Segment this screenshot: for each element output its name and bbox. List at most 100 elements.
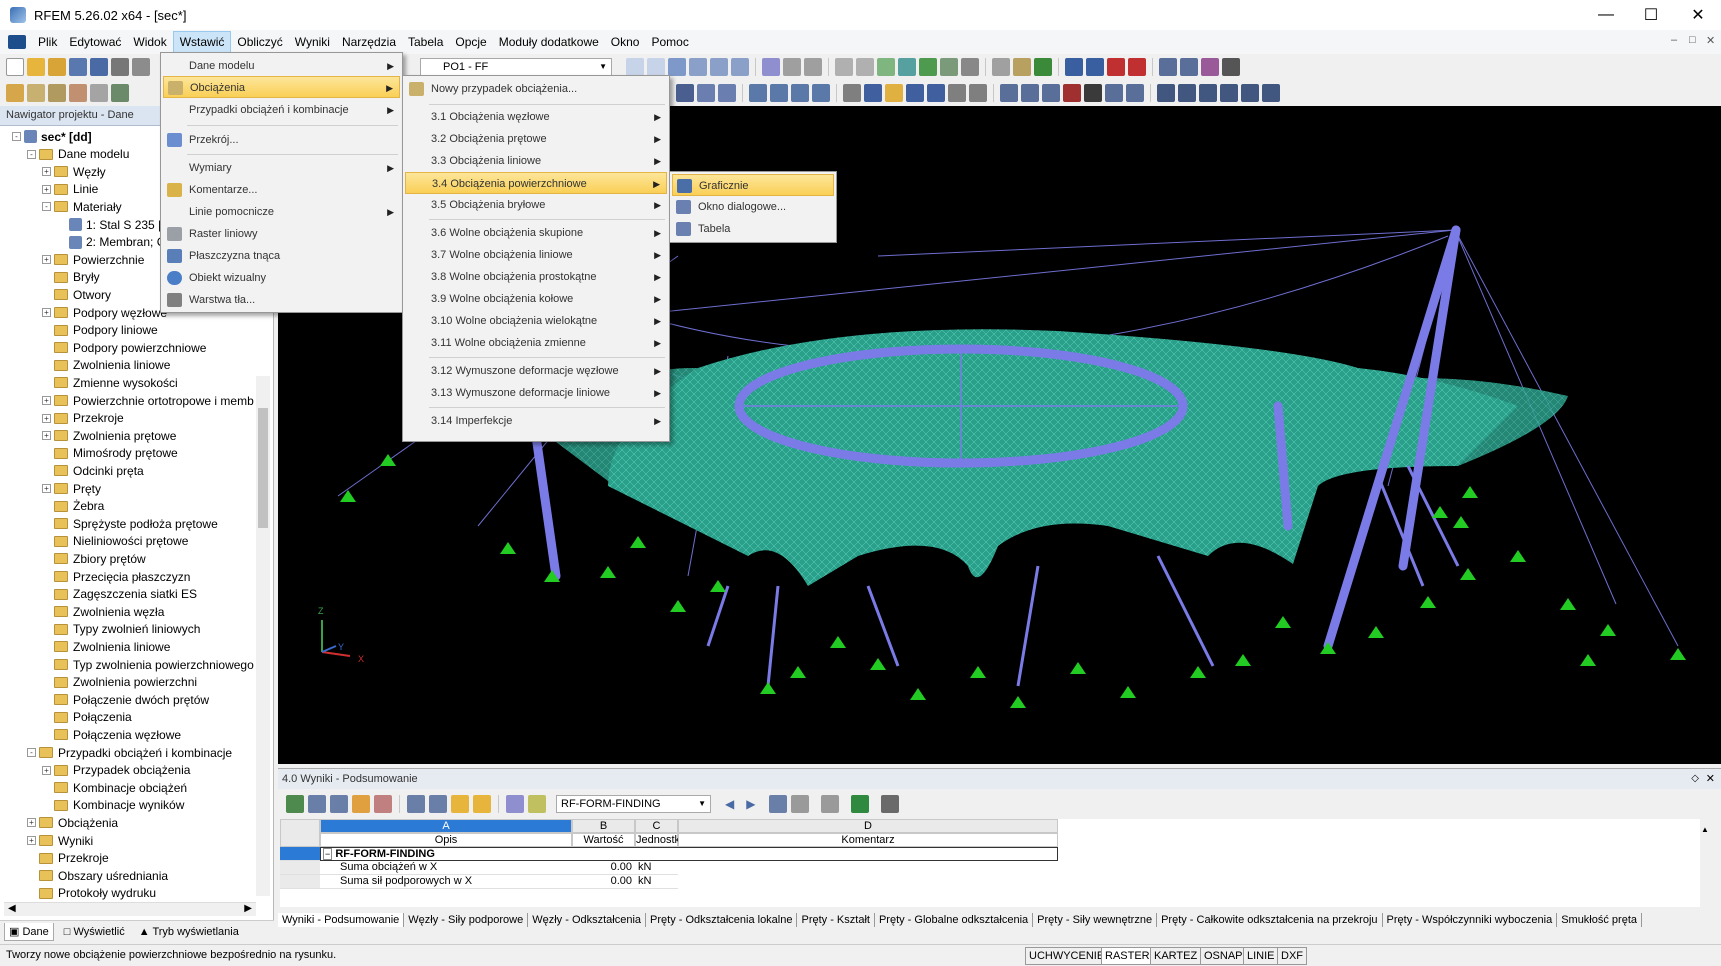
menu-file[interactable]: Plik	[32, 32, 63, 52]
zoom-icon[interactable]	[676, 84, 694, 102]
tab-display[interactable]: □ Wyświetlić	[60, 924, 129, 940]
view-x-icon[interactable]	[718, 84, 736, 102]
menu-item-graphically[interactable]: Graficznie	[672, 174, 834, 196]
menu-table[interactable]: Tabela	[402, 32, 449, 52]
tab-display-mode[interactable]: ▲ Tryb wyświetlania	[135, 924, 243, 940]
menu-item-free-rectangular-loads[interactable]: 3.8 Wolne obciążenia prostokątne ▶	[405, 266, 667, 288]
tree-node[interactable]: + Powierzchnie	[42, 251, 144, 268]
group-row[interactable]: − RF-FORM-FINDING	[320, 847, 1058, 861]
menu-item-solid-loads[interactable]: 3.5 Obciążenia bryłowe ▶	[405, 194, 667, 216]
tree-node[interactable]: - Dane modelu	[27, 146, 129, 163]
view-iso-icon[interactable]	[697, 84, 715, 102]
menu-item-table[interactable]: Tabela	[672, 218, 834, 240]
measure-icon[interactable]	[1013, 58, 1031, 76]
calculator-icon[interactable]	[881, 795, 900, 813]
tree-node[interactable]: Zbiory prętów	[42, 550, 146, 567]
cartesian-toggle[interactable]: KARTEZ	[1150, 947, 1202, 965]
scroll-right-icon[interactable]: ▶	[244, 903, 252, 914]
previous-icon[interactable]	[626, 58, 644, 76]
menu-item-new-load-case[interactable]: Nowy przypadek obciążenia...	[405, 78, 667, 100]
results-vertical-scrollbar[interactable]: ▲	[1701, 821, 1715, 891]
settings-icon[interactable]	[1126, 84, 1144, 102]
results-icon-3[interactable]	[330, 795, 348, 813]
tab-members-buckling-factors[interactable]: Pręty - Współczynniki wyboczenia	[1383, 913, 1558, 927]
delete-icon[interactable]	[1063, 84, 1081, 102]
tab-data[interactable]: ▣ Dane	[4, 922, 54, 941]
tree-node[interactable]: - sec* [dd]	[12, 128, 92, 145]
menu-item-loads[interactable]: Obciążenia ▶	[163, 76, 400, 98]
filter-icon[interactable]	[969, 84, 987, 102]
tab-nodes-deformations[interactable]: Węzły - Odkształcenia	[528, 913, 647, 927]
open-recent-icon[interactable]	[48, 58, 66, 76]
menu-item-background-layer[interactable]: Warstwa tła...	[163, 289, 400, 311]
calculate-icon[interactable]	[762, 58, 780, 76]
view-icon[interactable]	[1159, 58, 1177, 76]
loads-view-icon[interactable]	[906, 84, 924, 102]
panel-pin-icon[interactable]: ◇	[1691, 773, 1699, 784]
tree-node[interactable]: Protokoły wydruku	[27, 885, 156, 902]
tab-member-slenderness[interactable]: Smukłość pręta	[1557, 913, 1642, 927]
expand-icon[interactable]: +	[42, 765, 51, 775]
line-icon[interactable]	[835, 58, 853, 76]
mirror-icon[interactable]	[69, 84, 87, 102]
view-table-icon[interactable]	[821, 795, 840, 813]
menu-item-guidelines[interactable]: Linie pomocnicze ▶	[163, 201, 400, 223]
tree-node[interactable]: + Przekroje	[42, 410, 124, 427]
results-icon-1[interactable]	[286, 795, 304, 813]
display-surfaces-icon[interactable]	[812, 84, 830, 102]
menu-item-free-concentrated-loads[interactable]: 3.6 Wolne obciążenia skupione ▶	[405, 222, 667, 244]
menu-item-dialog-box[interactable]: Okno dialogowe...	[672, 196, 834, 218]
row-selector[interactable]	[280, 847, 320, 861]
visibility-icon[interactable]	[1042, 84, 1060, 102]
table-row-unit[interactable]: kN	[635, 875, 678, 889]
support-icon[interactable]	[877, 58, 895, 76]
next-icon[interactable]	[647, 58, 665, 76]
surface-load-icon[interactable]	[731, 58, 749, 76]
open-file-icon[interactable]	[27, 58, 45, 76]
menu-item-model-data[interactable]: Dane modelu ▶	[163, 55, 400, 77]
tree-node[interactable]: Połączenia węzłowe	[42, 726, 181, 743]
menu-item-load-cases-combinations[interactable]: Przypadki obciążeń i kombinacje ▶	[163, 99, 400, 121]
tree-node[interactable]: + Węzły	[42, 163, 106, 180]
excel-icon[interactable]	[851, 795, 870, 813]
layout-1-icon[interactable]	[1157, 84, 1175, 102]
tab-nodes-support-forces[interactable]: Węzły - Siły podporowe	[404, 913, 529, 927]
tree-node[interactable]: Kombinacje wyników	[42, 797, 184, 814]
panel-close-icon[interactable]: ✕	[1706, 772, 1715, 785]
lines-toggle[interactable]: LINIE	[1243, 947, 1279, 965]
tree-node[interactable]: Zagęszczenia siatki ES	[42, 586, 197, 603]
collapse-icon[interactable]: -	[42, 202, 51, 212]
menu-item-visual-object[interactable]: Obiekt wizualny	[163, 267, 400, 289]
column-letter-d[interactable]: D	[678, 819, 1058, 833]
save-all-icon[interactable]	[69, 58, 87, 76]
previous-icon[interactable]: ◀	[725, 797, 734, 811]
document-icon[interactable]	[8, 35, 26, 49]
tree-node[interactable]: Zwolnienia liniowe	[42, 357, 170, 374]
surface-icon[interactable]	[898, 58, 916, 76]
solid-view-icon[interactable]	[885, 84, 903, 102]
table-row-value[interactable]: 0.00	[572, 861, 635, 875]
check-icon[interactable]	[1034, 58, 1052, 76]
results-icon-10[interactable]	[506, 795, 524, 813]
report-icon[interactable]	[1128, 58, 1146, 76]
menu-item-member-loads[interactable]: 3.2 Obciążenia prętowe ▶	[405, 128, 667, 150]
menu-edit[interactable]: Edytować	[63, 32, 127, 52]
print-preview-icon[interactable]	[132, 58, 150, 76]
scroll-left-icon[interactable]: ◀	[8, 903, 16, 914]
tree-node[interactable]: + Wyniki	[27, 832, 93, 849]
expand-icon[interactable]: +	[42, 396, 51, 405]
tab-results-summary[interactable]: Wyniki - Podsumowanie	[278, 913, 405, 927]
tree-node[interactable]: Przecięcia płaszczyzn	[42, 568, 190, 585]
pin-icon[interactable]	[1222, 58, 1240, 76]
expand-icon[interactable]: +	[42, 431, 51, 441]
copy-icon[interactable]	[27, 84, 45, 102]
collapse-icon[interactable]: -	[27, 149, 36, 159]
tree-node[interactable]: - Przypadki obciążeń i kombinacje	[27, 744, 232, 761]
grid-icon[interactable]	[961, 58, 979, 76]
pdf-icon[interactable]	[1107, 58, 1125, 76]
tree-node[interactable]: 1: Stal S 235 |	[57, 216, 161, 233]
menu-window[interactable]: Okno	[605, 32, 646, 52]
tree-node[interactable]: Odcinki pręta	[42, 462, 144, 479]
expand-icon[interactable]: +	[42, 255, 51, 265]
wireframe-icon[interactable]	[843, 84, 861, 102]
